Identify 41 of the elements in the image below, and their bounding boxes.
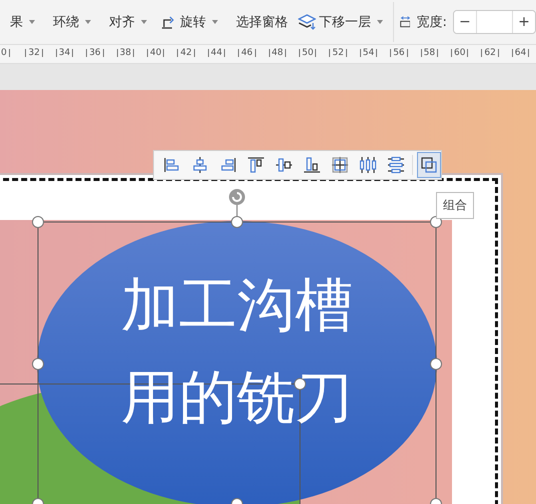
ribbon-button[interactable]: 对齐 xyxy=(107,13,149,31)
ruler-label: 0 xyxy=(1,48,7,58)
ruler-label: 32 xyxy=(28,48,40,58)
shape-text: 加工沟槽 xyxy=(121,270,353,340)
ruler-label: 42 xyxy=(180,48,192,58)
ruler-label: 50 xyxy=(302,48,314,58)
ruler-label: 60 xyxy=(454,48,466,58)
ruler-label: 48 xyxy=(272,48,284,58)
align-bottom-icon xyxy=(303,156,321,174)
distribute-horizontal-icon xyxy=(359,156,377,174)
ribbon-button[interactable]: 下移一层 xyxy=(296,13,385,31)
rotate-handle[interactable] xyxy=(229,189,245,216)
ruler-label: 58 xyxy=(424,48,436,58)
align-middle-icon xyxy=(275,156,293,174)
ruler-label: 56 xyxy=(393,48,405,58)
align-center-both-icon xyxy=(331,156,349,174)
tooltip: 组合 xyxy=(436,192,474,219)
align-left-icon xyxy=(163,156,181,174)
width-spinner[interactable]: − + xyxy=(452,10,536,34)
ribbon-button[interactable]: 选择窗格 xyxy=(234,13,290,31)
ruler-label: 36 xyxy=(89,48,101,58)
ribbon-button[interactable]: 果 xyxy=(8,13,37,31)
layers-icon xyxy=(298,14,316,30)
width-label: 宽度: xyxy=(416,14,447,31)
ruler-label: 46 xyxy=(241,48,253,58)
group-icon xyxy=(420,156,438,174)
ruler-label: 38 xyxy=(120,48,132,58)
ribbon-button[interactable]: 旋转 xyxy=(159,13,220,31)
ruler-label: 44 xyxy=(210,48,222,58)
ruler-label: 54 xyxy=(362,48,374,58)
ribbon-button[interactable]: 环绕 xyxy=(51,13,93,31)
distribute-vertical-icon xyxy=(387,156,405,174)
align-center-icon xyxy=(191,156,209,174)
ruler-label: 40 xyxy=(150,48,162,58)
ruler-label: 64 xyxy=(514,48,526,58)
ruler-label: 62 xyxy=(484,48,496,58)
group-button[interactable] xyxy=(417,152,441,178)
ruler-label: 52 xyxy=(332,48,344,58)
align-right-icon xyxy=(219,156,237,174)
ruler-label: 34 xyxy=(58,48,70,58)
align-top-icon xyxy=(247,156,265,174)
